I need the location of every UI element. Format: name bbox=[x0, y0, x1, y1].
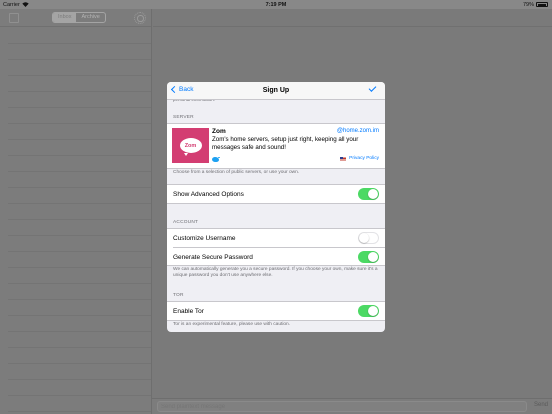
advanced-group: Show Advanced Options bbox=[167, 184, 385, 204]
check-icon bbox=[368, 83, 377, 92]
logo-text: Zom bbox=[184, 142, 197, 149]
show-advanced-options-label: Show Advanced Options bbox=[173, 190, 244, 198]
server-name: Zom bbox=[212, 127, 226, 135]
battery-percent: 79% bbox=[522, 1, 534, 8]
modal-navigation-bar: Back Sign Up bbox=[167, 82, 385, 100]
customize-username-toggle[interactable] bbox=[358, 232, 379, 244]
enable-tor-toggle[interactable] bbox=[358, 305, 379, 317]
sidebar-toolbar: Inbox Archive bbox=[0, 9, 151, 27]
status-time: 7:19 PM bbox=[265, 1, 287, 8]
enable-tor-label: Enable Tor bbox=[173, 307, 204, 315]
tor-section-header: TOR bbox=[173, 293, 184, 298]
customize-username-row[interactable]: Customize Username bbox=[167, 229, 385, 247]
done-button[interactable] bbox=[368, 83, 377, 92]
generate-secure-password-toggle[interactable] bbox=[358, 251, 379, 263]
zom-logo: Zom bbox=[172, 128, 209, 163]
battery-icon bbox=[536, 2, 548, 7]
segment-archive[interactable]: Archive bbox=[76, 13, 104, 22]
send-button[interactable]: Send bbox=[534, 402, 548, 408]
generate-secure-password-label: Generate Secure Password bbox=[173, 253, 253, 261]
show-advanced-options-row[interactable]: Show Advanced Options bbox=[167, 185, 385, 203]
message-input[interactable] bbox=[157, 401, 527, 412]
privacy-policy-link[interactable]: Privacy Policy bbox=[349, 156, 379, 161]
server-section-footer: Choose from a selection of public server… bbox=[173, 169, 300, 175]
server-section-header: SERVER bbox=[173, 115, 194, 120]
twitter-icon[interactable] bbox=[212, 156, 220, 162]
enable-tor-row[interactable]: Enable Tor bbox=[167, 302, 385, 320]
customize-username-label: Customize Username bbox=[173, 234, 236, 242]
status-bar: Carrier 7:19 PM 79% bbox=[0, 0, 552, 9]
account-section-header: ACCOUNT bbox=[173, 220, 199, 225]
conversation-list bbox=[8, 28, 151, 414]
show-advanced-options-toggle[interactable] bbox=[358, 188, 379, 200]
composer-bar: Send bbox=[152, 398, 552, 414]
generate-secure-password-row[interactable]: Generate Secure Password bbox=[173, 247, 385, 265]
server-card[interactable]: Zom Zom @home.zom.im Zom's home servers,… bbox=[167, 124, 385, 168]
modal-title: Sign Up bbox=[262, 86, 290, 94]
sign-up-modal: Back Sign Up personal information. SERVE… bbox=[167, 82, 385, 332]
tor-section-footer: Tor is an experimental feature, please u… bbox=[173, 322, 291, 327]
server-description: Zom's home servers, setup just right, ke… bbox=[212, 136, 359, 151]
segment-inbox[interactable]: Inbox bbox=[53, 13, 77, 22]
inbox-archive-segmented-control[interactable]: Inbox Archive bbox=[52, 12, 106, 23]
tor-group: Enable Tor bbox=[167, 301, 385, 321]
gear-icon[interactable] bbox=[134, 12, 146, 24]
account-section-footer: We can automatically generate you a secu… bbox=[173, 267, 378, 278]
chat-toolbar bbox=[153, 9, 552, 27]
conversation-sidebar: Inbox Archive bbox=[0, 9, 152, 414]
account-group: Customize Username Generate Secure Passw… bbox=[167, 228, 385, 266]
us-flag-icon bbox=[340, 157, 346, 161]
chat-bubble-icon: Zom bbox=[179, 138, 202, 156]
compose-icon[interactable] bbox=[9, 13, 19, 23]
server-domain: @home.zom.im bbox=[336, 128, 379, 134]
server-group: Zom Zom @home.zom.im Zom's home servers,… bbox=[167, 123, 385, 169]
